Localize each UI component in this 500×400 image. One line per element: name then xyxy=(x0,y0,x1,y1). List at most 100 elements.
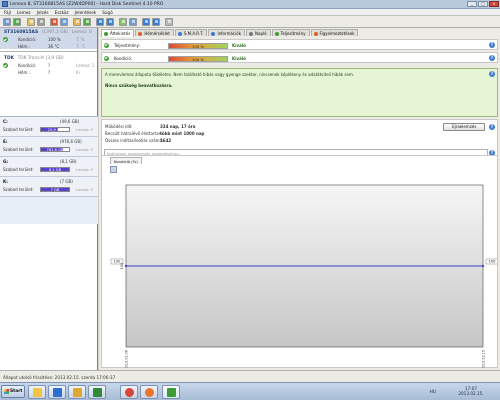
partition-item[interactable]: K: (7 GB) Szabad terület: 7 GB Lemez: 0 xyxy=(0,177,98,197)
help-question-icon[interactable]: ? xyxy=(489,71,495,77)
clone-icon[interactable] xyxy=(96,17,104,26)
performance-rating: Kiváló xyxy=(232,43,246,48)
taskbar-chrome[interactable] xyxy=(120,385,138,399)
status-bar: Állapot utolsó frissítése: 2013.02.15. s… xyxy=(0,370,500,382)
tab-log[interactable]: Napló xyxy=(246,29,271,36)
health-data-point xyxy=(124,264,128,268)
tab-information[interactable]: Információk xyxy=(208,29,246,36)
performance-tab-icon xyxy=(274,31,279,36)
settings-icon[interactable] xyxy=(60,17,68,26)
partition-item[interactable]: E: (976,6 GB) Szabad terület: 762,6 GB L… xyxy=(0,137,98,157)
partition-list: C: (49,6 GB) Szabad terület: 29,9 GB Lem… xyxy=(0,116,98,224)
y-tick-label: 100 xyxy=(120,262,124,270)
uptime-row: Működési idő: 334 nap, 17 óra xyxy=(105,124,196,129)
partition-item[interactable]: G: (8,1 GB) Szabad terület: 8,1 GB Lemez… xyxy=(0,157,98,177)
divider xyxy=(0,51,97,52)
clock-date: 2013.02.15. xyxy=(458,391,484,396)
tab-overview[interactable]: Áttekintés xyxy=(101,29,135,37)
hdsentinel-icon xyxy=(167,388,176,397)
maximize-button[interactable]: □ xyxy=(478,1,488,7)
language-indicator[interactable]: HU xyxy=(430,389,436,394)
status-summary: A merevlemez állapota tökéletes. Nem tal… xyxy=(101,68,498,117)
info-tab-icon xyxy=(211,31,216,36)
health-chart: 100 1001002013.02.06 2013.02.15 xyxy=(110,184,497,368)
free-space-bar: 8,1 GB xyxy=(40,167,70,172)
window-controls: _ □ × xyxy=(467,1,499,7)
alert-icon[interactable] xyxy=(73,17,81,26)
free-space-bar: 762,6 GB xyxy=(40,147,70,152)
log-icon xyxy=(249,31,254,36)
tab-smart[interactable]: S.M.A.R.T. xyxy=(174,29,208,36)
disk-temp-row: Hőm.: 36 °C T: °C xyxy=(18,43,86,49)
save-icon[interactable] xyxy=(27,17,35,26)
main-panel: Áttekintés Hőmérséklet S.M.A.R.T. Inform… xyxy=(99,28,500,370)
performance-bar: 100 % xyxy=(168,42,228,49)
menu-reports[interactable]: Jelentések xyxy=(73,9,101,15)
taskbar-explorer[interactable] xyxy=(28,385,46,399)
disk-list-panel: ST3160815AS (1397,3 GB) Lemez: 0 Kondíci… xyxy=(0,28,98,370)
window-icon[interactable] xyxy=(165,17,173,26)
taskbar-excel[interactable] xyxy=(88,385,106,399)
taskbar-media[interactable] xyxy=(48,385,66,399)
tab-performance[interactable]: Teljesítmény xyxy=(271,29,310,36)
report-icon[interactable] xyxy=(37,17,45,26)
title-bar: Lenovo 8, ST3160815AS [Z2W4DP00] - Hard … xyxy=(0,0,500,9)
menu-help[interactable]: Súgó xyxy=(100,9,117,15)
folder-icon xyxy=(73,388,82,397)
disk-size: TDK Trans-It (3,9 GB) xyxy=(17,56,64,61)
ok-check-icon xyxy=(104,42,109,48)
performance-status: Teljesítmény: 100 % Kiváló ? xyxy=(101,39,498,50)
x-tick-label: 2013.02.15 xyxy=(482,350,486,368)
schedule-icon[interactable] xyxy=(119,17,127,26)
summary-text: A merevlemez állapota tökéletes. Nem tal… xyxy=(105,72,355,77)
ok-check-icon xyxy=(104,55,109,61)
disk-size: (1397,3 GB) xyxy=(41,30,69,35)
disk-target: Lemez: 0 xyxy=(71,30,92,35)
media-icon xyxy=(53,388,62,397)
health-status: Kondíció: 100 % Kiváló ? xyxy=(101,52,498,63)
free-space-bar: 29,9 GB xyxy=(40,127,70,132)
disk-icon[interactable] xyxy=(3,17,11,26)
window-title: Lenovo 8, ST3160815AS [Z2W4DP00] - Hard … xyxy=(10,1,164,7)
chart-tab-health[interactable]: Kondíció (%) xyxy=(110,157,142,164)
info-icon[interactable] xyxy=(152,17,160,26)
disk-temp-row: Hőm.: ? Ki xyxy=(18,69,80,75)
ok-check-icon xyxy=(3,63,8,68)
clock[interactable]: 17:07 2013.02.15. xyxy=(452,386,490,396)
tab-bar: Áttekintés Hőmérséklet S.M.A.R.T. Inform… xyxy=(101,29,359,37)
help-question-icon[interactable]: ? xyxy=(489,55,495,61)
help-question-icon[interactable]: ? xyxy=(489,124,495,130)
remaining-row: Becsült hátralévő élettartam: több mint 1… xyxy=(105,131,205,136)
start-button[interactable]: Start xyxy=(1,385,25,398)
performance-icon[interactable] xyxy=(129,17,137,26)
close-button[interactable]: × xyxy=(489,1,499,7)
menu-file[interactable]: Fájl xyxy=(2,9,15,15)
health-bar: 100 % xyxy=(168,55,228,62)
backup-icon[interactable] xyxy=(106,17,114,26)
help-icon[interactable] xyxy=(142,17,150,26)
x-tick-label: 2013.02.06 xyxy=(125,350,129,368)
alerts-icon xyxy=(313,31,318,36)
disk-item-tdk[interactable]: TDK TDK Trans-It (3,9 GB) Kondíció: ? Le… xyxy=(0,54,97,75)
taskbar-firefox[interactable] xyxy=(140,385,158,399)
repeat-test-button[interactable]: Újraelemzés xyxy=(443,123,485,131)
taskbar-hdsentinel[interactable] xyxy=(162,385,180,399)
minimize-button[interactable]: _ xyxy=(467,1,477,7)
taskbar-folder[interactable] xyxy=(68,385,86,399)
help-question-icon[interactable]: ? xyxy=(489,42,495,48)
network-icon[interactable] xyxy=(83,17,91,26)
health-rating: Kiváló xyxy=(232,56,246,61)
app-icon xyxy=(2,1,8,7)
test-icon[interactable] xyxy=(50,17,58,26)
disk-item-st3160815as[interactable]: ST3160815AS (1397,3 GB) Lemez: 0 Kondíci… xyxy=(0,28,97,49)
disk-name: ST3160815AS xyxy=(4,30,39,35)
refresh-icon[interactable] xyxy=(13,17,21,26)
menu-disk[interactable]: Lemez xyxy=(15,9,35,15)
tab-temperature[interactable]: Hőmérséklet xyxy=(135,29,174,36)
menu-tools[interactable]: Eszköz xyxy=(53,9,73,15)
menu-report[interactable]: Jelzés xyxy=(35,9,53,15)
partition-item[interactable]: C: (49,6 GB) Szabad terület: 29,9 GB Lem… xyxy=(0,117,98,137)
smart-icon xyxy=(177,31,182,36)
data-label: 100 xyxy=(489,260,497,264)
tab-alerts[interactable]: Figyelmeztetések xyxy=(310,29,359,36)
